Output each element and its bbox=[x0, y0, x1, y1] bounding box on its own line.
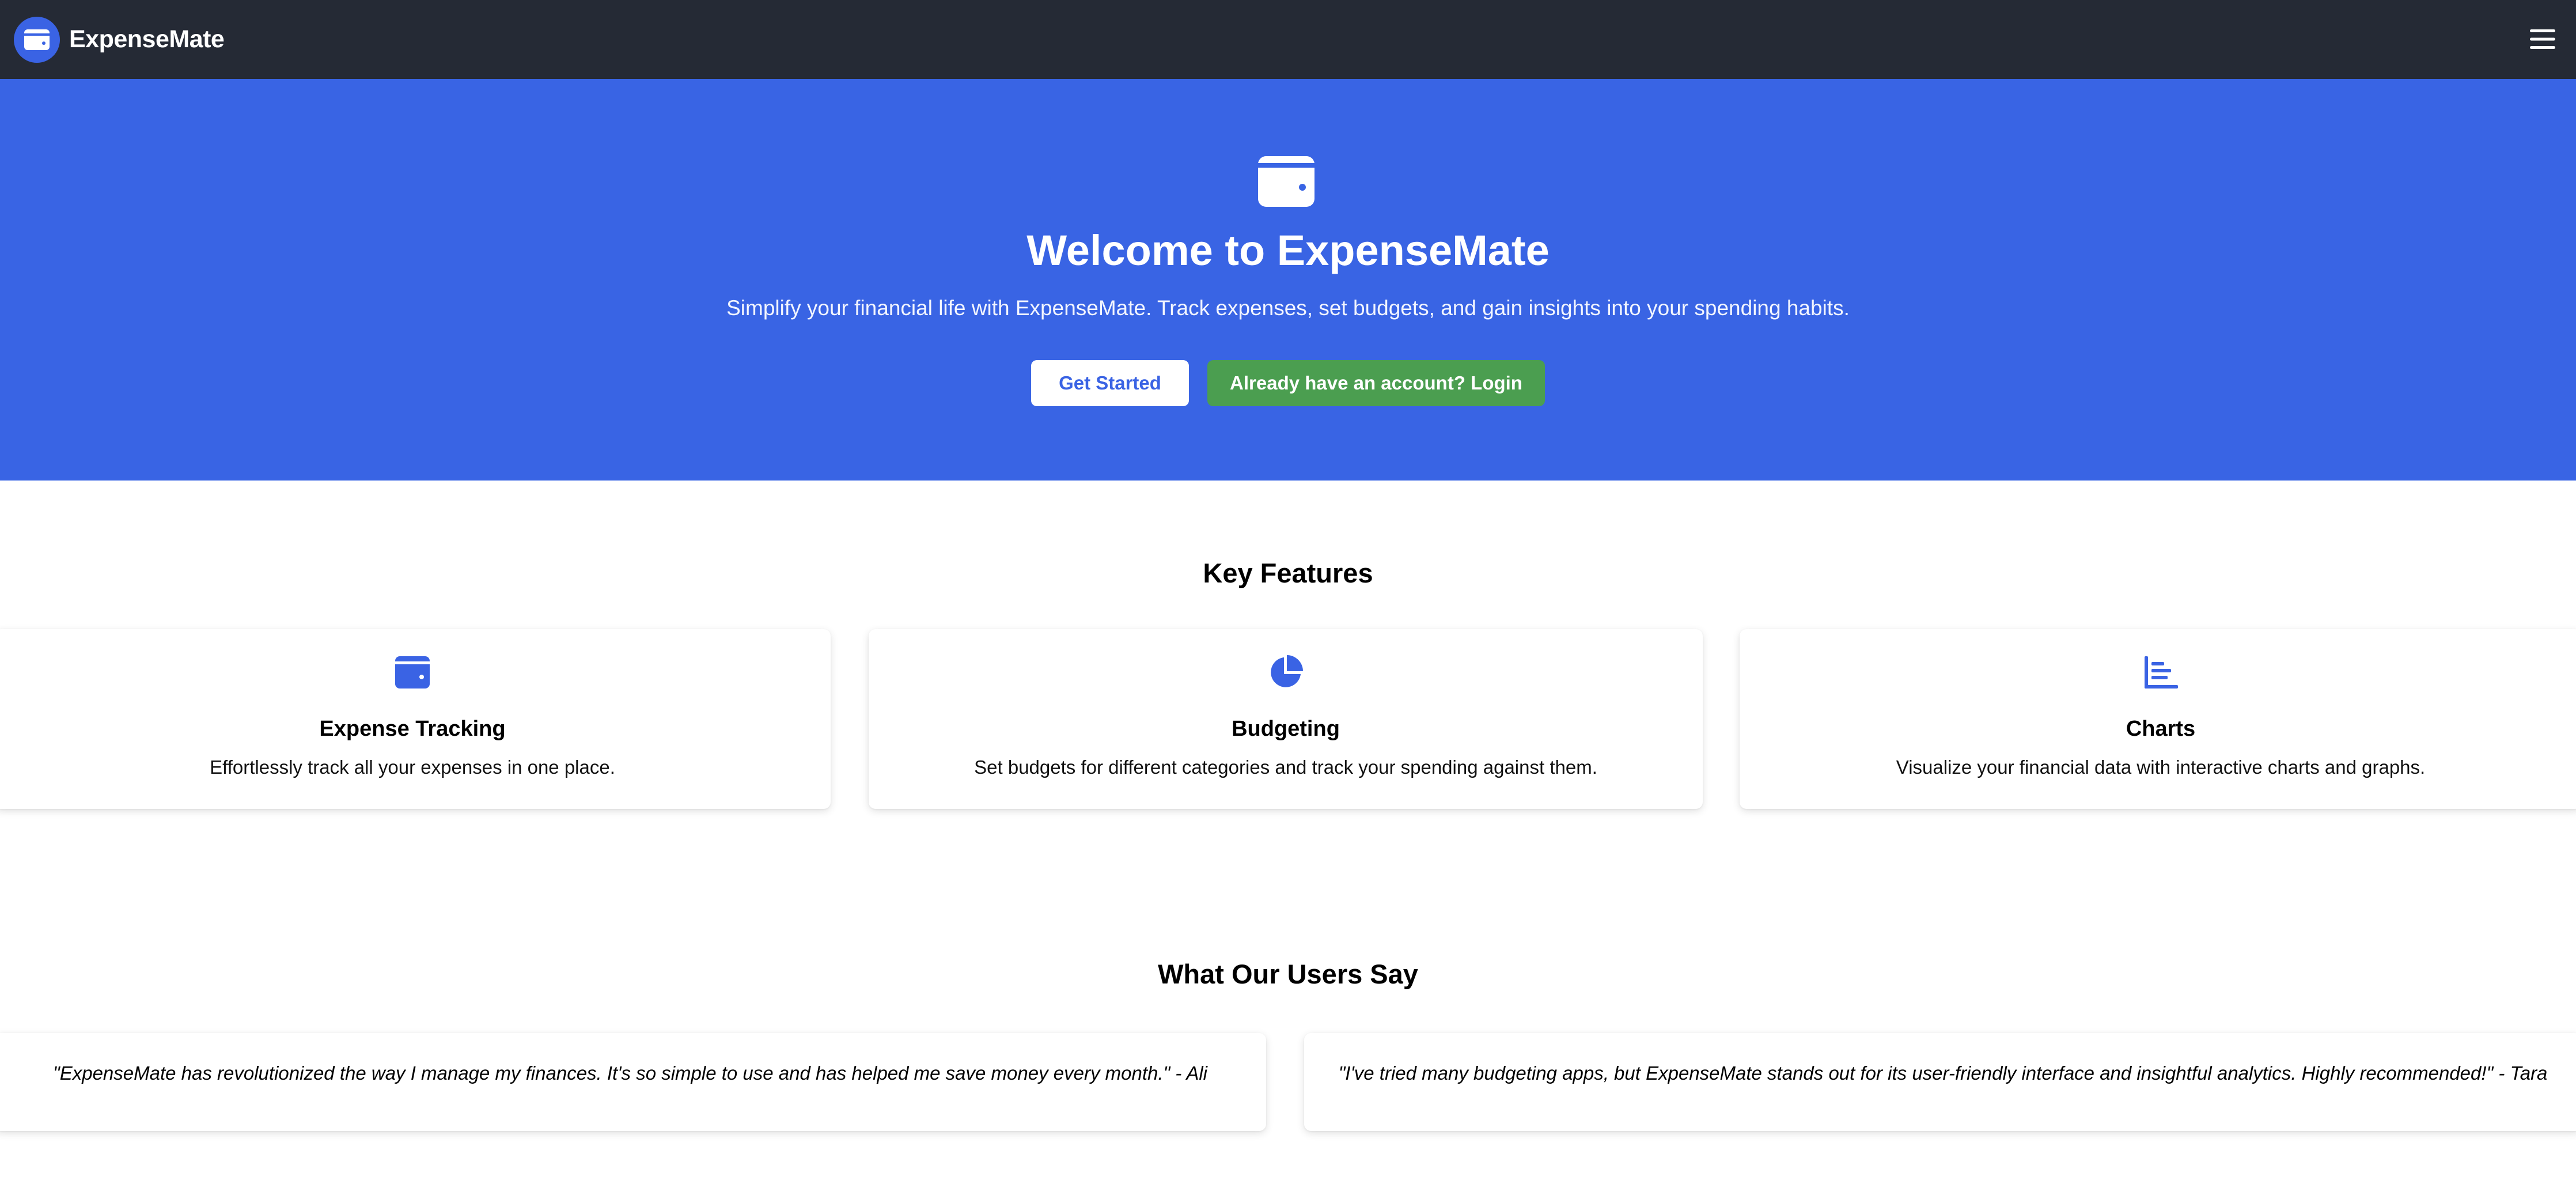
testimonials-title: What Our Users Say bbox=[1158, 959, 1418, 989]
wallet-icon bbox=[1258, 156, 1314, 207]
feature-description: Set budgets for different categories and… bbox=[974, 756, 1597, 778]
feature-card-expense-tracking: Expense Tracking Effortlessly track all … bbox=[0, 629, 831, 809]
feature-description: Effortlessly track all your expenses in … bbox=[210, 756, 615, 778]
testimonial-quote: "ExpenseMate has revolutionized the way … bbox=[52, 1062, 1208, 1084]
hamburger-menu-icon[interactable] bbox=[2525, 22, 2560, 56]
hero-title: Welcome to ExpenseMate bbox=[1026, 226, 1550, 274]
hero-actions: Get Started Already have an account? Log… bbox=[0, 360, 2576, 406]
pie-chart-icon bbox=[1267, 654, 1304, 691]
testimonial-card: "ExpenseMate has revolutionized the way … bbox=[0, 1033, 1266, 1131]
feature-description: Visualize your financial data with inter… bbox=[1896, 756, 2426, 778]
testimonial-quote: "I've tried many budgeting apps, but Exp… bbox=[1338, 1062, 2548, 1084]
hero-subtitle: Simplify your financial life with Expens… bbox=[726, 296, 1850, 320]
get-started-button[interactable]: Get Started bbox=[1031, 360, 1189, 406]
brand-name[interactable]: ExpenseMate bbox=[69, 25, 225, 54]
feature-card-budgeting: Budgeting Set budgets for different cate… bbox=[869, 629, 1703, 809]
hero-section: Welcome to ExpenseMate Simplify your fin… bbox=[0, 79, 2576, 481]
navbar: ExpenseMate bbox=[0, 0, 2576, 79]
wallet-icon[interactable] bbox=[14, 16, 60, 63]
feature-card-charts: Charts Visualize your financial data wit… bbox=[1740, 629, 2576, 809]
login-button[interactable]: Already have an account? Login bbox=[1207, 360, 1545, 406]
feature-title: Expense Tracking bbox=[319, 717, 506, 741]
wallet-icon bbox=[394, 654, 431, 691]
feature-title: Charts bbox=[2126, 717, 2196, 741]
features-title: Key Features bbox=[1203, 558, 1373, 588]
testimonial-card: "I've tried many budgeting apps, but Exp… bbox=[1304, 1033, 2576, 1131]
bar-chart-icon bbox=[2142, 654, 2179, 691]
feature-title: Budgeting bbox=[1232, 717, 1340, 741]
